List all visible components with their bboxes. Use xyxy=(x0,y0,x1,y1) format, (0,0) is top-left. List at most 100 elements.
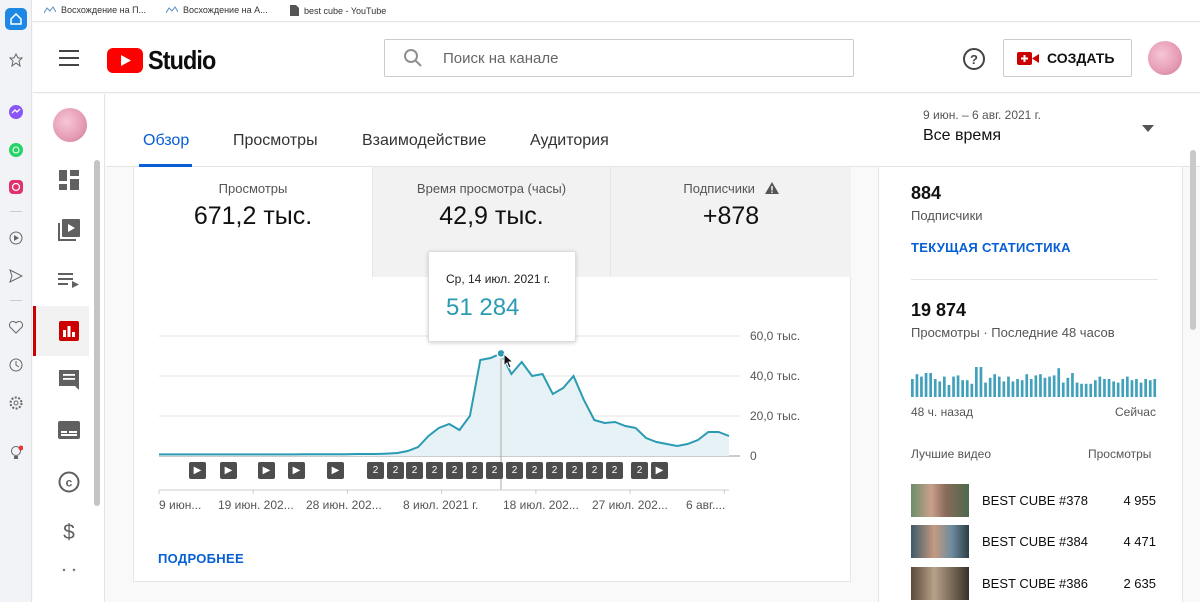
mini-bar xyxy=(1130,380,1134,397)
mini-bar xyxy=(1107,379,1111,397)
event-group-marker[interactable]: 2 xyxy=(387,462,404,479)
mini-bar xyxy=(984,382,987,397)
mini-bar xyxy=(1084,383,1088,397)
event-group-marker[interactable]: 2 xyxy=(446,462,463,479)
mini-bar xyxy=(988,377,992,397)
video-publish-marker[interactable]: ▶ xyxy=(327,462,344,479)
mini-bar xyxy=(970,383,974,397)
tooltip-value: 51 284 xyxy=(446,294,520,321)
mini-bar xyxy=(997,376,1001,397)
mini-bar xyxy=(920,376,923,397)
realtime-link[interactable]: ТЕКУЩАЯ СТАТИСТИКА xyxy=(911,240,1071,255)
video-views: 4 471 xyxy=(1123,534,1156,549)
x-tick: 27 июл. 202... xyxy=(592,498,668,512)
mini-bar xyxy=(915,374,919,397)
mini-bar xyxy=(1075,382,1079,397)
mini-bar xyxy=(1029,379,1033,397)
mini-bar xyxy=(993,374,996,397)
mini-bar xyxy=(975,367,978,397)
event-group-marker[interactable]: 2 xyxy=(546,462,563,479)
event-group-marker[interactable]: 2 xyxy=(486,462,503,479)
event-group-marker[interactable]: 2 xyxy=(526,462,543,479)
mini-bar xyxy=(1098,376,1102,397)
video-thumbnail xyxy=(911,484,969,517)
subscriber-count: 884 xyxy=(911,183,942,203)
chart-tooltip: Ср, 14 июл. 2021 г. 51 284 xyxy=(428,251,576,342)
mini-bar xyxy=(938,381,942,397)
divider xyxy=(911,279,1158,280)
top-video-row[interactable]: BEST CUBE #384 4 471 xyxy=(911,525,1156,558)
x-tick: 6 авг.... xyxy=(686,498,726,512)
top-video-row[interactable]: BEST CUBE #386 2 635 xyxy=(911,567,1156,600)
mini-bar xyxy=(1048,376,1051,397)
video-title: BEST CUBE #386 xyxy=(982,576,1088,591)
video-publish-marker[interactable]: ▶ xyxy=(220,462,237,479)
mini-bar xyxy=(1144,379,1147,397)
event-group-marker[interactable]: 2 xyxy=(466,462,483,479)
top-videos-header: Лучшие видео xyxy=(911,447,992,461)
page-scrollbar[interactable] xyxy=(1190,150,1196,330)
mini-chart-start-label: 48 ч. назад xyxy=(911,405,973,419)
mini-bar xyxy=(1066,377,1070,397)
event-group-marker[interactable]: 2 xyxy=(586,462,603,479)
mini-bar xyxy=(943,376,946,397)
mini-bar xyxy=(911,379,914,397)
mini-bar xyxy=(929,373,932,397)
mini-bar xyxy=(1011,381,1015,397)
views-48h-count: 19 874 xyxy=(911,300,967,320)
video-publish-marker[interactable]: ▶ xyxy=(651,462,668,479)
mini-bar xyxy=(952,376,955,397)
mini-bar xyxy=(1089,383,1093,397)
mini-bar xyxy=(965,380,969,397)
event-group-marker[interactable]: 2 xyxy=(566,462,583,479)
mini-bar xyxy=(1126,376,1129,397)
video-views: 4 955 xyxy=(1123,493,1156,508)
event-group-marker[interactable]: 2 xyxy=(406,462,423,479)
mini-bar xyxy=(1135,379,1138,397)
video-publish-marker[interactable]: ▶ xyxy=(189,462,206,479)
y-tick: 20,0 тыс. xyxy=(750,409,801,423)
mini-bar xyxy=(961,380,964,397)
mini-bar xyxy=(1043,377,1047,397)
mini-bar xyxy=(1002,381,1006,397)
mini-bar xyxy=(924,373,928,397)
views-48h-chart xyxy=(911,367,1157,397)
mini-bar xyxy=(979,367,983,397)
event-group-marker[interactable]: 2 xyxy=(606,462,623,479)
x-tick: 18 июл. 202... xyxy=(503,498,579,512)
y-tick: 0 xyxy=(750,449,757,463)
x-tick: 9 июн... xyxy=(159,498,202,512)
views-48h-label: Просмотры · Последние 48 часов xyxy=(911,325,1115,340)
mini-bar xyxy=(1016,379,1019,397)
mini-bar xyxy=(1121,379,1125,397)
tooltip-date: Ср, 14 июл. 2021 г. xyxy=(446,272,551,286)
mouse-cursor-icon xyxy=(503,353,515,369)
video-views: 2 635 xyxy=(1123,576,1156,591)
mini-bar xyxy=(1103,379,1106,397)
mini-bar xyxy=(1025,374,1029,397)
top-video-row[interactable]: BEST CUBE #378 4 955 xyxy=(911,484,1156,517)
video-title: BEST CUBE #384 xyxy=(982,534,1088,549)
event-group-marker[interactable]: 2 xyxy=(506,462,523,479)
mini-bar xyxy=(956,375,960,397)
y-tick: 60,0 тыс. xyxy=(750,329,801,343)
mini-bar xyxy=(1061,382,1065,397)
mini-bar xyxy=(1094,380,1097,397)
x-tick: 8 июл. 2021 г. xyxy=(403,498,479,512)
x-tick: 19 июн. 202... xyxy=(218,498,294,512)
mini-bar xyxy=(1116,382,1120,397)
event-group-marker[interactable]: 2 xyxy=(631,462,648,479)
event-group-marker[interactable]: 2 xyxy=(426,462,443,479)
video-thumbnail xyxy=(911,567,969,600)
mini-bar xyxy=(1057,368,1061,397)
mini-bar xyxy=(1153,379,1157,397)
mini-bar xyxy=(1080,383,1083,397)
x-tick: 28 июн. 202... xyxy=(306,498,382,512)
mini-bar xyxy=(1052,375,1056,397)
event-group-marker[interactable]: 2 xyxy=(367,462,384,479)
video-publish-marker[interactable]: ▶ xyxy=(258,462,275,479)
video-thumbnail xyxy=(911,525,969,558)
series-area xyxy=(159,353,729,456)
mini-bar xyxy=(1007,376,1010,397)
video-publish-marker[interactable]: ▶ xyxy=(288,462,305,479)
